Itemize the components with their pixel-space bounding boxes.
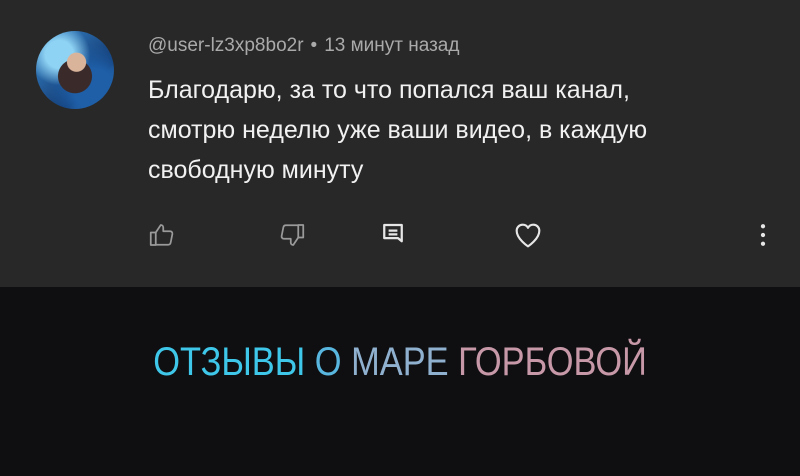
comment-meta: @user-lz3xp8bo2r • 13 минут назад [148,35,459,57]
promo-title: ОТЗЫВЫ О МАРЕ ГОРБОВОЙ [56,340,744,385]
comment-line: свободную минуту [148,156,364,184]
thumb-up-icon [149,224,174,246]
meta-separator: • [310,35,318,56]
more-options-button[interactable] [746,218,780,252]
comment-line: Благодарю, за то что попался ваш канал, [148,76,630,104]
promo-word: ГОРБОВОЙ [458,340,647,384]
comment-timestamp: 13 минут назад [324,35,460,56]
heart-icon [515,223,541,248]
promo-word: ОТЗЫВЫ [153,340,306,384]
avatar[interactable] [36,31,114,109]
promo-word: О [314,340,342,384]
author-handle[interactable]: @user-lz3xp8bo2r [148,35,304,56]
comment-card: @user-lz3xp8bo2r • 13 минут назад Благодар… [0,0,800,287]
reply-comment-icon [383,223,403,243]
like-button[interactable] [145,218,179,252]
comment-text: Благодарю, за то что попался ваш канал, … [148,70,768,190]
comment-line: смотрю неделю уже ваши видео, в каждую [148,116,648,144]
heart-button[interactable] [511,218,545,252]
dislike-button[interactable] [275,218,309,252]
promo-word: МАРЕ [351,340,449,384]
more-vertical-icon [760,224,766,246]
thumb-down-icon [280,224,305,246]
reply-button[interactable] [376,218,410,252]
